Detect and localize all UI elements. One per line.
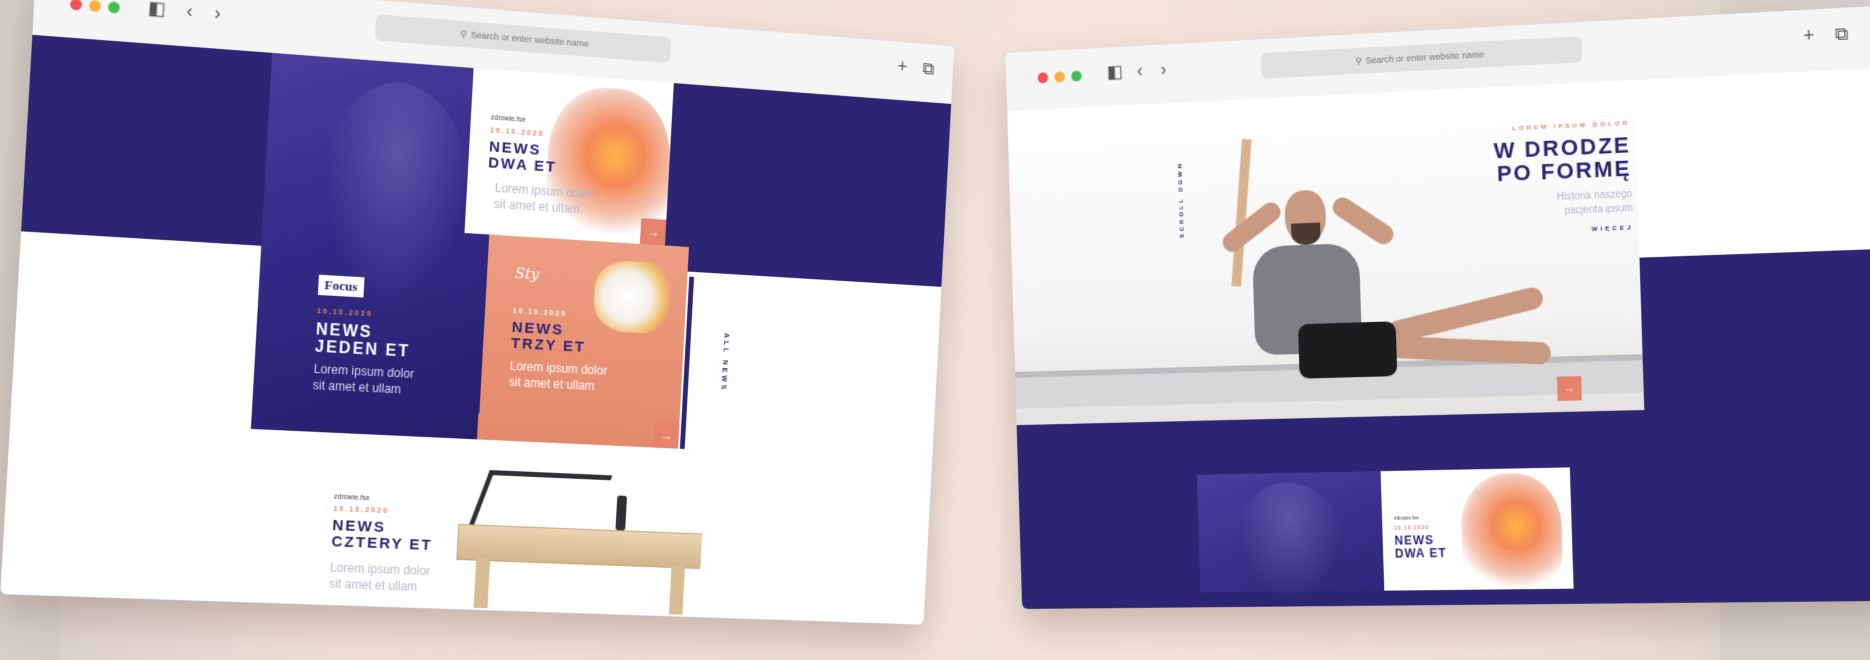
news-title[interactable]: NEWS JEDEN ET <box>314 321 411 361</box>
tabs-overview-icon[interactable]: ⧉ <box>1835 23 1849 44</box>
new-tab-icon[interactable]: + <box>1803 25 1815 46</box>
news-title-line: TRZY ET <box>510 334 587 356</box>
athlete-image <box>1329 193 1398 249</box>
news-date: 10.10.2020 <box>512 308 567 319</box>
arrow-button[interactable]: → <box>639 218 667 246</box>
sidebar-icon[interactable]: ◧ <box>1107 61 1124 81</box>
browser-window-right: ◧ ‹ › ⚲ Search or enter website name + ⧉… <box>1005 5 1870 609</box>
news-source: zdrowie.fse <box>333 493 370 503</box>
news-tile-preview[interactable]: zdrowie.fse 10.10.2020 NEWS DWA ET <box>1380 467 1574 591</box>
window-controls <box>1037 70 1082 84</box>
news-description: Lorem ipsum dolor sit amet et ullam <box>493 180 612 220</box>
news-description: Lorem ipsum dolor sit amet et ullam <box>508 358 637 397</box>
news-title[interactable]: NEWS TRZY ET <box>510 319 587 356</box>
window-controls <box>69 0 121 14</box>
zoom-window-button[interactable] <box>107 1 121 14</box>
pilates-stick-image <box>1231 138 1252 287</box>
address-placeholder: Search or enter website name <box>470 29 590 49</box>
scroll-down-label: SCROLL DOWN <box>1177 161 1186 239</box>
forward-icon[interactable]: › <box>214 3 221 24</box>
minimize-window-button[interactable] <box>88 0 102 13</box>
athlete-image <box>1385 285 1546 345</box>
all-news-link[interactable]: ALL NEWS <box>719 333 729 393</box>
arrow-button[interactable]: → <box>652 421 680 449</box>
news-source: zdrowie.fse <box>1393 515 1419 522</box>
address-bar[interactable]: ⚲ Search or enter website name <box>374 14 672 64</box>
news-tile-dwa[interactable]: zdrowie.fse 10.10.2020 NEWS DWA ET Lorem… <box>464 68 674 246</box>
news-tile-cztery[interactable]: zdrowie.fse 10.10.2020 NEWS CZTERY ET Lo… <box>291 431 707 625</box>
news-title[interactable]: NEWS DWA ET <box>1394 533 1447 561</box>
browser-window-left: ◧ ‹ › ⚲ Search or enter website name + ⧉… <box>0 0 955 625</box>
arrow-button[interactable]: → <box>1556 376 1582 401</box>
tabs-overview-icon[interactable]: ⧉ <box>922 58 935 78</box>
address-bar[interactable]: ⚲ Search or enter website name <box>1260 36 1583 79</box>
hero-subtitle: Historia naszego pacjenta ipsum <box>1392 188 1633 225</box>
reformer-leg-image <box>473 557 491 609</box>
back-icon[interactable]: ‹ <box>1137 60 1143 80</box>
back-pain-image <box>1459 472 1564 590</box>
minimize-window-button[interactable] <box>1054 71 1065 83</box>
search-icon: ⚲ <box>459 28 468 39</box>
news-tile-preview[interactable] <box>1196 471 1385 603</box>
back-icon[interactable]: ‹ <box>186 0 193 21</box>
close-window-button[interactable] <box>69 0 83 11</box>
news-title[interactable]: NEWS DWA ET <box>487 138 558 176</box>
news-tile-trzy[interactable]: Sty 10.10.2020 NEWS TRZY ET Lorem ipsum … <box>477 234 689 449</box>
news-title-line: DWA ET <box>487 154 558 176</box>
new-tab-icon[interactable]: + <box>897 56 908 76</box>
reformer-leg-image <box>668 564 686 615</box>
hero-section: SCROLL DOWN LOREM IPSUM DOLOR W DRODZE P… <box>1007 80 1645 426</box>
zoom-window-button[interactable] <box>1071 70 1082 82</box>
news-title[interactable]: NEWS CZTERY ET <box>331 517 434 554</box>
more-link[interactable]: WIĘCEJ <box>1393 226 1634 241</box>
web-page: Focus 10.10.2020 NEWS JEDEN ET Lorem ips… <box>0 34 952 625</box>
athlete-image <box>1297 321 1398 379</box>
athlete-image <box>1291 222 1321 246</box>
web-page: SCROLL DOWN LOREM IPSUM DOLOR W DRODZE P… <box>1007 67 1870 609</box>
news-title-line: DWA ET <box>1394 545 1447 561</box>
news-date: 10.10.2020 <box>1394 525 1429 532</box>
news-source: zdrowie.fse <box>490 114 526 124</box>
portrait-image <box>1235 481 1346 603</box>
news-title-line: CZTERY ET <box>331 532 434 554</box>
brand-logo: Sty <box>514 264 540 284</box>
sidebar-icon[interactable]: ◧ <box>147 0 166 19</box>
news-title-line: JEDEN ET <box>314 338 411 361</box>
news-date: 10.10.2020 <box>333 505 390 516</box>
reformer-post-image <box>615 495 628 531</box>
spine-model-image <box>592 259 679 335</box>
hero-right-panel <box>1633 67 1870 258</box>
reformer-bed-image <box>456 523 705 570</box>
news-description: Lorem ipsum dolor sit amet et ullam <box>312 361 445 400</box>
close-window-button[interactable] <box>1037 72 1049 84</box>
news-date: 10.10.2020 <box>489 127 545 139</box>
desc-line: sit amet et ullam <box>328 576 418 594</box>
news-description: Lorem ipsum dolor sit amet et ullam <box>329 559 451 596</box>
hero-title: W DRODZE PO FORMĘ <box>1390 132 1632 190</box>
forward-icon[interactable]: › <box>1160 59 1166 79</box>
search-icon: ⚲ <box>1355 55 1362 66</box>
focus-logo: Focus <box>317 274 365 298</box>
hero-copy: LOREM IPSUM DOLOR W DRODZE PO FORMĘ Hist… <box>1390 121 1634 241</box>
address-placeholder: Search or enter website name <box>1365 49 1485 66</box>
